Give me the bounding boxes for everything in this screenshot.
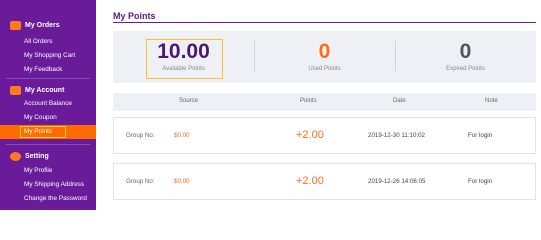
used-points-card: 0 Used Points <box>254 31 395 83</box>
source-value: $0.00 <box>174 178 190 185</box>
source-label: Group No: <box>126 178 155 185</box>
sidebar-section-orders: My Orders All Orders My Shopping Cart My… <box>0 18 96 77</box>
sidebar: My Orders All Orders My Shopping Cart My… <box>0 0 96 210</box>
column-header-points: Points <box>300 98 317 104</box>
column-header-date: Date <box>393 98 406 104</box>
sidebar-item-profile[interactable]: My Profile <box>0 164 96 178</box>
date-value: 2019-12-26 14:06:05 <box>368 178 426 185</box>
source-label: Group No: <box>126 132 155 139</box>
expired-points-card: 0 Expired Points <box>395 31 536 83</box>
note-value: For login <box>468 132 493 139</box>
sidebar-item-account-balance[interactable]: Account Balance <box>0 97 96 111</box>
available-points-card: 10.00 Available Points <box>113 31 254 83</box>
sidebar-section-title: Setting <box>25 152 49 160</box>
sidebar-section-title: My Account <box>25 86 65 94</box>
expired-points-label: Expired Points <box>446 66 485 72</box>
sidebar-section-header: Setting <box>0 149 96 163</box>
note-value: For login <box>468 178 493 185</box>
title-underline <box>113 22 536 23</box>
column-header-note: Note <box>485 98 498 104</box>
used-points-label: Used Points <box>308 66 341 72</box>
expired-points-value: 0 <box>459 40 472 63</box>
orders-icon <box>10 20 21 30</box>
sidebar-section-account: My Account Account Balance My Coupon My … <box>0 83 96 139</box>
table-header: Source Points Date Note <box>113 93 536 111</box>
sidebar-item-my-points[interactable]: My Points <box>0 125 96 139</box>
highlight-box <box>146 39 223 79</box>
gear-icon <box>10 151 21 161</box>
sidebar-section-header: My Account <box>0 83 96 97</box>
wallet-icon <box>10 85 21 95</box>
sidebar-item-change-password[interactable]: Change the Password <box>0 192 96 206</box>
column-header-source: Source <box>179 98 199 104</box>
sidebar-section-header: My Orders <box>0 18 96 32</box>
sidebar-divider <box>6 78 90 79</box>
table-row: Group No: $0.00 +2.00 2019-12-26 14:06:0… <box>113 163 536 200</box>
table-row: Group No: $0.00 +2.00 2019-12-30 11:10:0… <box>113 117 536 154</box>
source-value: $0.00 <box>174 132 190 139</box>
sidebar-item-shipping-address[interactable]: My Shipping Address <box>0 178 96 192</box>
sidebar-item-coupon[interactable]: My Coupon <box>0 111 96 125</box>
sidebar-divider <box>6 144 90 145</box>
points-value: +2.00 <box>296 175 324 187</box>
points-summary: 10.00 Available Points 0 Used Points 0 E… <box>113 31 536 83</box>
sidebar-section-setting: Setting My Profile My Shipping Address C… <box>0 149 96 206</box>
used-points-value: 0 <box>318 40 331 63</box>
sidebar-item-feedback[interactable]: My Feedback <box>0 63 96 77</box>
sidebar-section-title: My Orders <box>25 21 60 29</box>
sidebar-item-all-orders[interactable]: All Orders <box>0 35 96 49</box>
points-value: +2.00 <box>296 129 324 141</box>
page-title: My Points <box>113 11 156 21</box>
highlight-box <box>20 126 66 138</box>
date-value: 2019-12-30 11:10:02 <box>368 132 425 139</box>
sidebar-item-shopping-cart[interactable]: My Shopping Cart <box>0 49 96 63</box>
